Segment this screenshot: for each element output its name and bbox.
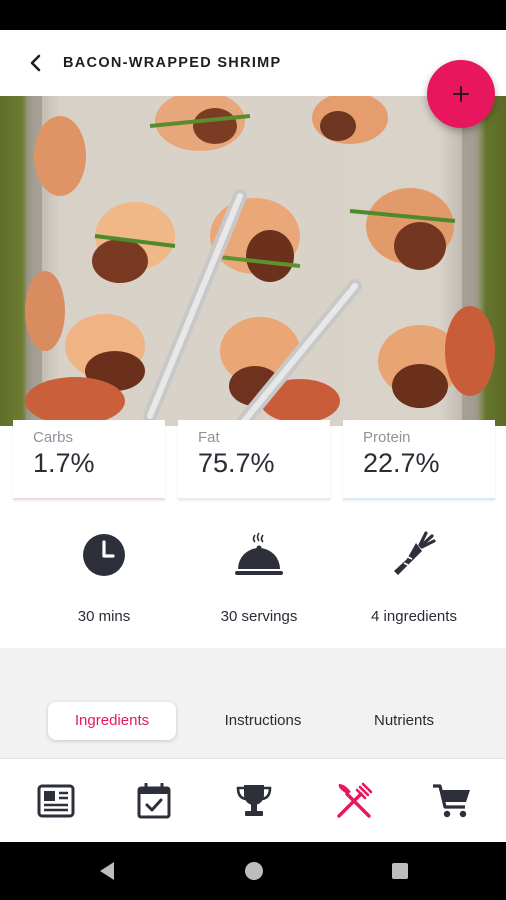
system-back-button[interactable]	[95, 859, 119, 883]
arrow-back-icon	[30, 54, 41, 72]
status-bar	[0, 0, 506, 30]
tab-instructions[interactable]: Instructions	[203, 702, 323, 740]
bottom-nav	[0, 758, 506, 842]
system-navigation-bar	[0, 842, 506, 900]
macro-label: Carbs	[33, 429, 74, 446]
recipe-photo	[0, 96, 506, 426]
nav-feed[interactable]	[36, 781, 76, 821]
macro-label: Protein	[363, 429, 411, 446]
recipe-stats: 30 mins 30 servings 4 ingredients	[0, 515, 506, 647]
stat-ingredients: 4 ingredients	[330, 529, 498, 625]
home-circle-icon	[245, 862, 263, 880]
macro-card-carbs: Carbs 1.7%	[13, 420, 165, 500]
macro-value: 1.7%	[33, 448, 95, 478]
recents-square-icon	[392, 863, 408, 879]
serving-cloche-icon	[235, 532, 283, 575]
page-title: BACON-WRAPPED SHRIMP	[63, 55, 282, 71]
cart-icon	[433, 784, 470, 818]
recipe-tabs: Ingredients Instructions Nutrients	[0, 648, 506, 758]
tab-ingredients[interactable]: Ingredients	[48, 702, 176, 740]
stat-time: 30 mins	[20, 529, 188, 625]
add-fab-button[interactable]	[427, 60, 495, 128]
stat-label: 4 ingredients	[371, 608, 457, 625]
macro-card-protein: Protein 22.7%	[343, 420, 495, 500]
system-home-button[interactable]	[242, 859, 266, 883]
tab-nutrients[interactable]: Nutrients	[354, 702, 454, 740]
nav-shopping-cart[interactable]	[432, 781, 472, 821]
macro-label: Fat	[198, 429, 220, 446]
nav-recipes[interactable]	[334, 781, 374, 821]
clock-icon	[83, 534, 125, 576]
nav-achievements[interactable]	[234, 781, 274, 821]
macro-value: 22.7%	[363, 448, 440, 478]
fork-knife-icon	[337, 782, 373, 818]
back-triangle-icon	[100, 862, 114, 880]
stat-servings: 30 servings	[175, 529, 343, 625]
nav-meal-plan[interactable]	[134, 781, 174, 821]
plus-icon	[453, 86, 469, 102]
back-button[interactable]	[18, 45, 54, 81]
macro-card-fat: Fat 75.7%	[178, 420, 330, 500]
stat-label: 30 servings	[220, 608, 298, 625]
macro-value: 75.7%	[198, 448, 275, 478]
stat-label: 30 mins	[77, 608, 131, 625]
carrot-icon	[394, 531, 436, 575]
newspaper-icon	[37, 784, 75, 818]
system-recents-button[interactable]	[388, 859, 412, 883]
recipe-photo-art	[25, 96, 495, 426]
calendar-check-icon	[137, 783, 171, 819]
trophy-icon	[236, 785, 272, 816]
